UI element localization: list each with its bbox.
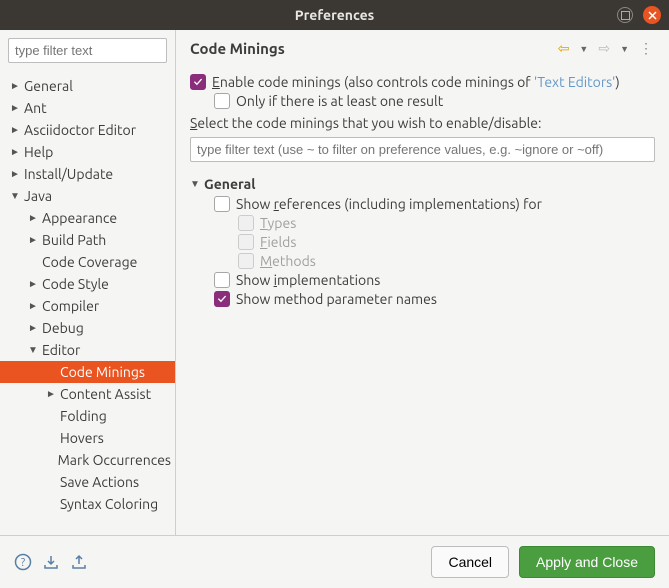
chevron-down-icon: ▼ (8, 190, 22, 202)
chevron-right-icon: ► (8, 124, 22, 136)
tree-item[interactable]: ►Compiler (0, 295, 175, 317)
sidebar: ►General►Ant►Asciidoctor Editor►Help►Ins… (0, 30, 176, 535)
chevron-right-icon: ► (26, 300, 40, 312)
chevron-right-icon: ► (8, 80, 22, 92)
import-icon[interactable] (42, 553, 60, 571)
tree-item[interactable]: Mark Occurrences (0, 449, 175, 471)
chevron-down-icon: ▼ (190, 178, 204, 190)
tree-item[interactable]: Code Minings (0, 361, 175, 383)
show-references-checkbox[interactable] (214, 196, 230, 212)
tree-item[interactable]: Folding (0, 405, 175, 427)
main-panel: Code Minings ⇦ ▼ ⇨ ▼ Enable code minings… (176, 30, 669, 535)
tree-item-label: Content Assist (58, 386, 151, 402)
chevron-right-icon: ► (26, 234, 40, 246)
back-icon[interactable]: ⇦ (556, 40, 572, 57)
types-label: Types (260, 215, 296, 231)
only-if-label[interactable]: Only if there is at least one result (236, 93, 443, 109)
sidebar-filter-input[interactable] (8, 38, 167, 63)
tree-item-label: Syntax Coloring (58, 496, 158, 512)
tree-item[interactable]: ►Build Path (0, 229, 175, 251)
fields-label: Fields (260, 234, 296, 250)
tree-item-label: Java (22, 188, 52, 204)
select-minings-label: Select the code minings that you wish to… (190, 115, 655, 131)
tree-item-label: Help (22, 144, 53, 160)
tree-item[interactable]: ►Content Assist (0, 383, 175, 405)
tree-item-label: Hovers (58, 430, 104, 446)
only-if-checkbox[interactable] (214, 93, 230, 109)
tree-item-label: Folding (58, 408, 107, 424)
tree-item[interactable]: ▼Java (0, 185, 175, 207)
tree-item-label: Compiler (40, 298, 99, 314)
tree-item-label: Appearance (40, 210, 117, 226)
tree-item-label: Save Actions (58, 474, 139, 490)
tree-item[interactable]: ►Appearance (0, 207, 175, 229)
tree-item-label: Code Minings (58, 364, 145, 380)
tree-item[interactable]: Hovers (0, 427, 175, 449)
tree-item-label: Install/Update (22, 166, 113, 182)
window-title: Preferences (295, 7, 375, 23)
tree-item-label: Ant (22, 100, 47, 116)
tree-item[interactable]: ►Ant (0, 97, 175, 119)
chevron-right-icon: ► (44, 388, 58, 400)
tree-item[interactable]: ►Debug (0, 317, 175, 339)
chevron-right-icon: ► (26, 278, 40, 290)
close-button[interactable] (643, 6, 661, 24)
tree-item[interactable]: Code Coverage (0, 251, 175, 273)
sidebar-tree: ►General►Ant►Asciidoctor Editor►Help►Ins… (0, 71, 175, 535)
text-editors-link[interactable]: 'Text Editors' (534, 74, 616, 90)
help-icon[interactable]: ? (14, 553, 32, 571)
tree-item[interactable]: ►Code Style (0, 273, 175, 295)
show-implementations-checkbox[interactable] (214, 272, 230, 288)
tree-item-label: General (22, 78, 73, 94)
methods-checkbox (238, 253, 254, 269)
show-references-label[interactable]: Show references (including implementatio… (236, 196, 542, 212)
show-params-checkbox[interactable] (214, 291, 230, 307)
show-params-label[interactable]: Show method parameter names (236, 291, 437, 307)
chevron-down-icon: ▼ (26, 344, 40, 356)
group-general-header[interactable]: ▼ General (190, 176, 655, 192)
types-checkbox (238, 215, 254, 231)
svg-text:?: ? (21, 557, 25, 569)
maximize-button[interactable] (617, 7, 633, 23)
menu-icon[interactable] (637, 40, 655, 57)
tree-item[interactable]: ▼Editor (0, 339, 175, 361)
tree-item-label: Code Coverage (40, 254, 137, 270)
tree-item-label: Debug (40, 320, 84, 336)
chevron-right-icon: ► (8, 102, 22, 114)
chevron-right-icon: ► (26, 212, 40, 224)
back-dropdown-icon[interactable]: ▼ (577, 44, 590, 54)
tree-item[interactable]: Save Actions (0, 471, 175, 493)
show-implementations-label[interactable]: Show implementations (236, 272, 380, 288)
forward-icon[interactable]: ⇨ (596, 40, 612, 57)
tree-item-label: Mark Occurrences (56, 452, 171, 468)
chevron-right-icon: ► (26, 322, 40, 334)
tree-item-label: Asciidoctor Editor (22, 122, 136, 138)
tree-item[interactable]: Syntax Coloring (0, 493, 175, 515)
cancel-button[interactable]: Cancel (431, 546, 509, 578)
chevron-right-icon: ► (8, 146, 22, 158)
page-title: Code Minings (190, 40, 556, 57)
fields-checkbox (238, 234, 254, 250)
titlebar: Preferences (0, 0, 669, 30)
tree-item[interactable]: ►Help (0, 141, 175, 163)
chevron-right-icon: ► (8, 168, 22, 180)
forward-dropdown-icon[interactable]: ▼ (618, 44, 631, 54)
footer: ? Cancel Apply and Close (0, 535, 669, 588)
tree-item-label: Editor (40, 342, 80, 358)
methods-label: Methods (260, 253, 316, 269)
tree-item-label: Build Path (40, 232, 106, 248)
tree-item[interactable]: ►Asciidoctor Editor (0, 119, 175, 141)
tree-item[interactable]: ►Install/Update (0, 163, 175, 185)
enable-code-minings-label[interactable]: Enable code minings (also controls code … (212, 74, 620, 90)
tree-item-label: Code Style (40, 276, 109, 292)
export-icon[interactable] (70, 553, 88, 571)
apply-close-button[interactable]: Apply and Close (519, 546, 655, 578)
minings-filter-input[interactable] (190, 137, 655, 162)
enable-code-minings-checkbox[interactable] (190, 74, 206, 90)
tree-item[interactable]: ►General (0, 75, 175, 97)
